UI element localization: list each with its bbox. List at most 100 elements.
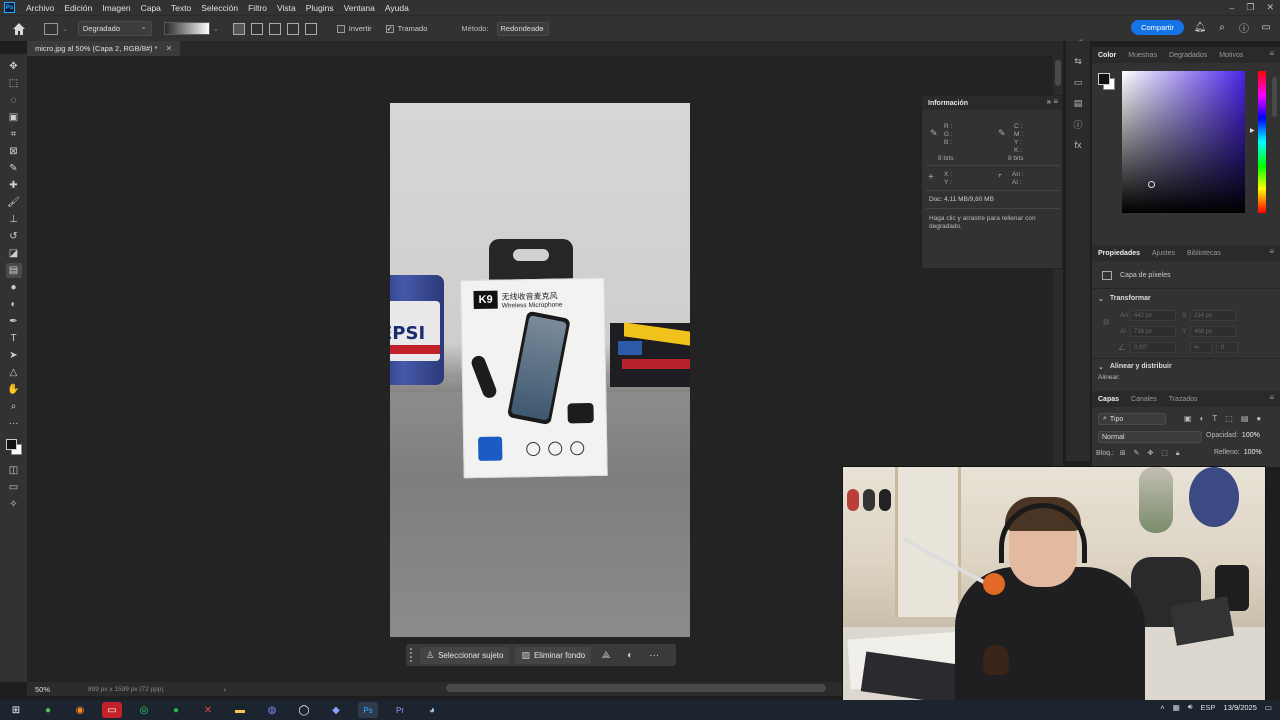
info-panel-icon[interactable]: ⓘ <box>1071 118 1085 130</box>
hue-marker-icon[interactable]: ▶ <box>1250 127 1255 134</box>
home-icon[interactable] <box>12 22 26 36</box>
windows-start-icon[interactable]: ⊞ <box>6 702 26 718</box>
app-icon-circle[interactable]: ◯ <box>294 702 314 718</box>
foreground-color-swatch[interactable] <box>5 439 17 450</box>
language-indicator[interactable]: ESP <box>1201 703 1216 712</box>
horizontal-scrollbar[interactable] <box>446 684 826 692</box>
firefox-icon[interactable]: ◉ <box>70 702 90 718</box>
chevron-right-icon[interactable]: › <box>224 685 227 694</box>
app-icon-x[interactable]: ✕ <box>198 702 218 718</box>
folder-icon[interactable]: ▬ <box>230 702 250 718</box>
whatsapp-icon[interactable]: ◎ <box>134 702 154 718</box>
clock-date[interactable]: 13/9/2025 <box>1224 703 1257 712</box>
panel-scrollbar[interactable] <box>1272 77 1277 117</box>
flip-horizontal-icon[interactable]: ⇋ <box>1190 342 1212 353</box>
discord-icon[interactable]: ◍ <box>262 702 282 718</box>
eraser-tool-icon[interactable]: ◪ <box>6 246 22 261</box>
premiere-taskbar-icon[interactable]: Pr <box>390 702 410 718</box>
minimize-icon[interactable]: – <box>1229 3 1234 13</box>
pen-tool-icon[interactable]: ✒ <box>6 314 22 329</box>
filter-toggle-icon[interactable]: ● <box>1256 414 1261 423</box>
drag-handle[interactable] <box>410 648 414 662</box>
linear-gradient-icon[interactable] <box>232 22 245 35</box>
learn-panel-icon[interactable]: ▤ <box>1071 97 1085 109</box>
steam-icon[interactable]: ◕ <box>422 702 442 718</box>
healing-brush-icon[interactable]: ✚ <box>6 178 22 193</box>
select-subject-button[interactable]: ♙ Seleccionar sujeto <box>420 646 510 664</box>
radial-gradient-icon[interactable] <box>250 22 263 35</box>
filter-type-icon[interactable]: T <box>1212 414 1217 423</box>
info-panel-header[interactable]: Información » ≡ <box>922 96 1062 110</box>
more-tools-icon[interactable]: ··· <box>6 416 22 431</box>
menu-archivo[interactable]: Archivo <box>21 3 59 13</box>
tab-degradados[interactable]: Degradados <box>1169 52 1207 59</box>
layer-filter-select[interactable]: ⌕ Tipo <box>1098 413 1166 425</box>
tab-motivos[interactable]: Motivos <box>1219 52 1243 59</box>
move-tool-icon[interactable]: ✥ <box>6 59 22 74</box>
tab-ajustes[interactable]: Ajustes <box>1152 250 1175 257</box>
chevron-down-icon[interactable]: ⌄ <box>213 25 219 33</box>
menu-ayuda[interactable]: Ayuda <box>380 3 414 13</box>
zoom-tool-icon[interactable]: ⌕ <box>6 399 22 414</box>
app-icon-green[interactable]: ● <box>38 702 58 718</box>
panel-menu-icon[interactable]: ≡ <box>1269 247 1274 256</box>
filter-smart-icon[interactable]: ▤ <box>1241 414 1249 423</box>
bell-icon[interactable]: 🔔︎ <box>1194 22 1207 34</box>
x-field[interactable]: 214 px <box>1190 310 1236 321</box>
diamond-gradient-icon[interactable] <box>304 22 317 35</box>
restore-icon[interactable]: ❐ <box>1246 2 1254 13</box>
mask-icon[interactable]: ◐ <box>621 650 639 661</box>
tab-muestras[interactable]: Muestras <box>1128 52 1157 59</box>
workspace-icon[interactable]: ▭ <box>1260 22 1272 34</box>
marquee-tool-icon[interactable]: ⬚ <box>6 76 22 91</box>
angle-gradient-icon[interactable] <box>268 22 281 35</box>
panel-menu-icon[interactable]: » ≡ <box>1047 97 1058 106</box>
link-icon[interactable]: ⛓ <box>1102 318 1110 326</box>
transform-section[interactable]: ⌄ Transformar <box>1098 295 1151 303</box>
crop-tool-icon[interactable]: ⌗ <box>6 127 22 142</box>
filter-adjust-icon[interactable]: ◐ <box>1200 414 1205 423</box>
blend-mode-select[interactable]: Normal <box>1098 431 1202 443</box>
menu-edicion[interactable]: Edición <box>59 3 97 13</box>
zoom-level[interactable]: 50% <box>35 685 50 694</box>
hand-tool-icon[interactable]: ✋ <box>6 382 22 397</box>
filter-shape-icon[interactable]: ⬚ <box>1225 414 1233 423</box>
hue-slider[interactable] <box>1258 71 1266 213</box>
network-icon[interactable]: ▦ <box>1173 703 1180 712</box>
menu-imagen[interactable]: Imagen <box>97 3 135 13</box>
help-icon[interactable]: ⓘ <box>1238 22 1250 35</box>
opacity-control[interactable]: Opacidad: 100% <box>1206 432 1260 439</box>
notifications-icon[interactable]: ▭ <box>1265 703 1272 712</box>
blur-tool-icon[interactable]: ● <box>6 280 22 295</box>
gradient-preset-select[interactable]: Degradado <box>77 21 152 36</box>
share-button[interactable]: Compartir <box>1131 20 1184 35</box>
document-size[interactable]: 899 px x 1599 px (72 ppp) <box>88 686 164 693</box>
panel-menu-icon[interactable]: ≡ <box>1269 49 1274 58</box>
object-select-tool-icon[interactable]: ▣ <box>6 110 22 125</box>
fill-control[interactable]: Relleno: 100% <box>1214 449 1262 456</box>
tab-trazados[interactable]: Trazados <box>1169 396 1198 403</box>
search-icon[interactable]: ⌕ <box>1216 22 1228 34</box>
menu-seleccion[interactable]: Selección <box>196 3 243 13</box>
flip-vertical-icon[interactable]: ⇵ <box>1216 342 1238 353</box>
gradient-preview[interactable] <box>163 22 210 35</box>
color-picker-cursor[interactable] <box>1148 181 1155 188</box>
comments-panel-icon[interactable]: ▭ <box>1071 76 1085 88</box>
chevron-up-icon[interactable]: ˄ <box>1160 703 1164 712</box>
tab-capas[interactable]: Capas <box>1098 396 1119 403</box>
close-icon[interactable]: ✕ <box>166 44 173 53</box>
tab-canales[interactable]: Canales <box>1131 396 1157 403</box>
menu-plugins[interactable]: Plugins <box>301 3 339 13</box>
tab-propiedades[interactable]: Propiedades <box>1098 250 1140 257</box>
document-tab[interactable]: micro.jpg al 50% (Capa 2, RGB/8#) * ✕ <box>27 41 181 56</box>
transform-icon[interactable]: ⟁ <box>597 650 615 661</box>
screen-mode-icon[interactable]: ▭ <box>6 480 22 495</box>
more-options-icon[interactable]: ··· <box>645 650 663 661</box>
app-icon-diamond[interactable]: ◆ <box>326 702 346 718</box>
generative-icon[interactable]: ✧ <box>6 497 22 512</box>
spotify-icon[interactable]: ● <box>166 702 186 718</box>
clone-stamp-icon[interactable]: ⊥ <box>6 212 22 227</box>
frame-tool-icon[interactable]: ⊠ <box>6 144 22 159</box>
quick-mask-icon[interactable]: ◫ <box>6 463 22 478</box>
photoshop-taskbar-icon[interactable]: Ps <box>358 702 378 718</box>
